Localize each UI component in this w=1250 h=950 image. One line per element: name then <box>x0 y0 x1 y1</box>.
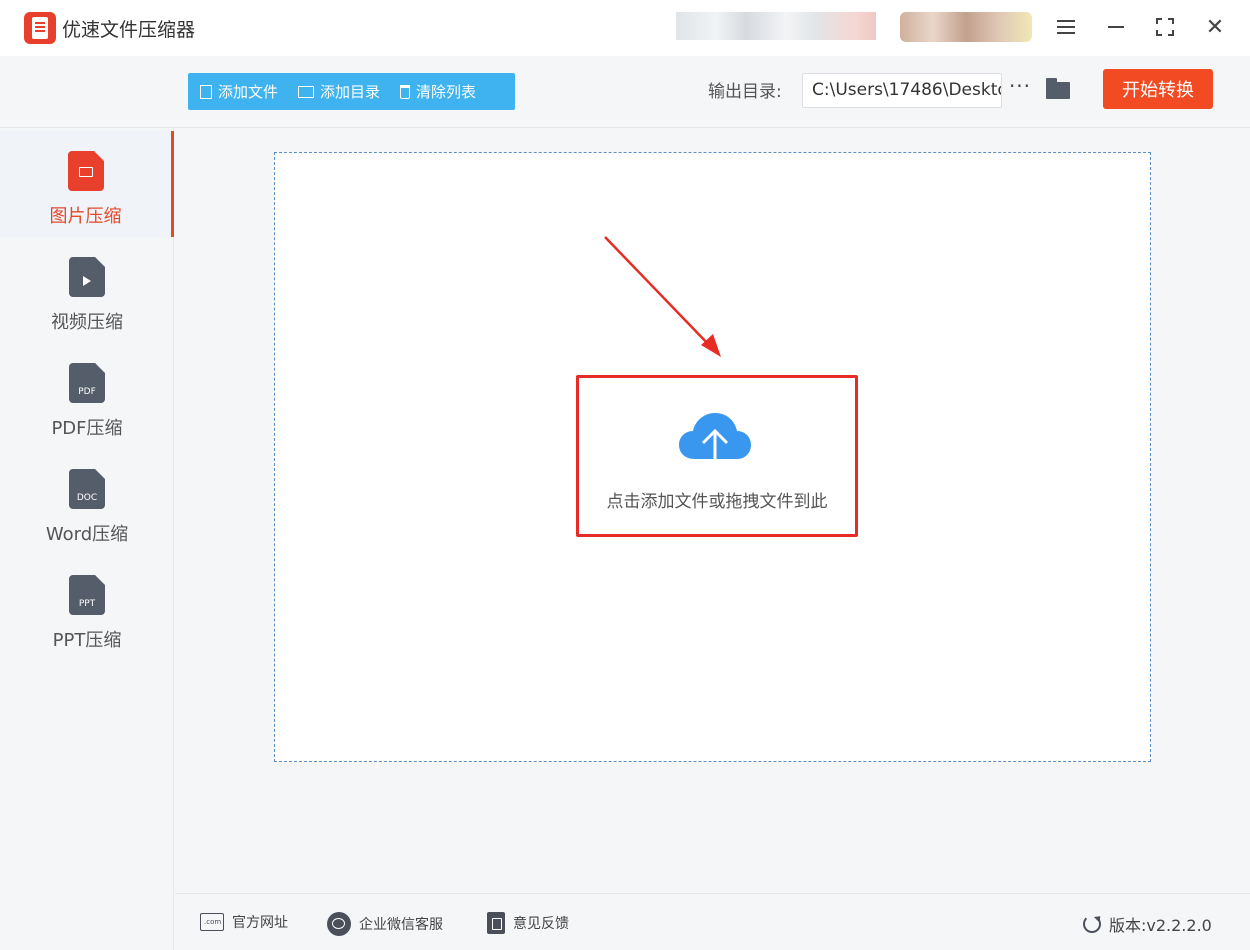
video-file-icon <box>69 257 105 297</box>
highlight-box: 点击添加文件或拖拽文件到此 <box>576 375 858 537</box>
file-drop-zone[interactable]: 点击添加文件或拖拽文件到此 <box>274 152 1151 762</box>
wechat-icon <box>327 912 351 936</box>
open-folder-icon[interactable] <box>1045 78 1073 100</box>
more-options-icon[interactable]: ··· <box>1008 74 1032 102</box>
blurred-account-info <box>676 12 876 40</box>
sidebar-item-video-compress[interactable]: 视频压缩 <box>0 237 174 343</box>
blurred-user-avatar[interactable] <box>900 12 1032 42</box>
folder-icon <box>298 85 315 98</box>
wechat-label: 企业微信客服 <box>359 917 443 933</box>
maximize-icon[interactable] <box>1149 12 1181 42</box>
sidebar-item-label: PPT压缩 <box>52 630 122 651</box>
menu-icon[interactable] <box>1050 12 1082 42</box>
pdf-file-icon: PDF <box>69 363 105 403</box>
version-label: 版本:v2.2.2.0 <box>1109 916 1212 935</box>
sidebar: 图片压缩 视频压缩 PDF PDF压缩 DOC Word压缩 PPT PPT压缩 <box>0 56 174 950</box>
version-info[interactable]: 版本:v2.2.2.0 <box>1083 912 1212 936</box>
feedback-link[interactable]: 意见反馈 <box>487 912 569 934</box>
minimize-icon[interactable] <box>1100 12 1132 42</box>
sidebar-item-word-compress[interactable]: DOC Word压缩 <box>0 449 174 555</box>
website-label: 官方网址 <box>232 915 288 931</box>
sidebar-item-label: PDF压缩 <box>51 418 123 439</box>
toolbar: 添加文件 添加目录 清除列表 输出目录: C:\Users\17486\Desk… <box>0 56 1250 128</box>
wechat-support-link[interactable]: 企业微信客服 <box>327 912 443 936</box>
sidebar-item-image-compress[interactable]: 图片压缩 <box>0 131 174 237</box>
ppt-file-icon: PPT <box>69 575 105 615</box>
website-link[interactable]: 官方网址 <box>200 912 288 932</box>
output-dir-field[interactable]: C:\Users\17486\Deskto <box>802 73 1002 108</box>
sidebar-item-pdf-compress[interactable]: PDF PDF压缩 <box>0 343 174 449</box>
feedback-label: 意见反馈 <box>513 916 569 932</box>
add-folder-label: 添加目录 <box>320 83 381 101</box>
title-bar: 优速文件压缩器 ✕ <box>0 0 1250 56</box>
doc-file-icon: DOC <box>69 469 105 509</box>
file-action-group: 添加文件 添加目录 清除列表 <box>188 73 515 110</box>
add-folder-button[interactable]: 添加目录 <box>298 81 380 102</box>
app-logo-icon <box>24 12 56 44</box>
clear-list-label: 清除列表 <box>416 83 477 101</box>
sidebar-item-label: 视频压缩 <box>51 312 123 333</box>
file-icon <box>200 84 212 99</box>
refresh-icon <box>1083 915 1101 933</box>
feedback-icon <box>487 912 505 934</box>
output-dir-label: 输出目录: <box>708 82 782 102</box>
app-title: 优速文件压缩器 <box>62 19 196 41</box>
sidebar-item-label: 图片压缩 <box>49 206 122 227</box>
sidebar-item-ppt-compress[interactable]: PPT PPT压缩 <box>0 555 174 661</box>
clear-list-button[interactable]: 清除列表 <box>400 81 476 102</box>
sidebar-item-label: Word压缩 <box>45 524 129 545</box>
trash-icon <box>400 84 411 99</box>
cloud-upload-icon <box>679 413 751 471</box>
add-file-button[interactable]: 添加文件 <box>200 81 278 102</box>
website-icon <box>200 913 224 931</box>
drop-instructions: 点击添加文件或拖拽文件到此 <box>606 492 828 512</box>
close-icon[interactable]: ✕ <box>1199 12 1231 42</box>
start-convert-button[interactable]: 开始转换 <box>1103 69 1213 109</box>
add-file-label: 添加文件 <box>218 83 279 101</box>
footer: 官方网址 企业微信客服 意见反馈 版本:v2.2.2.0 <box>175 893 1250 950</box>
image-file-icon <box>67 151 104 191</box>
